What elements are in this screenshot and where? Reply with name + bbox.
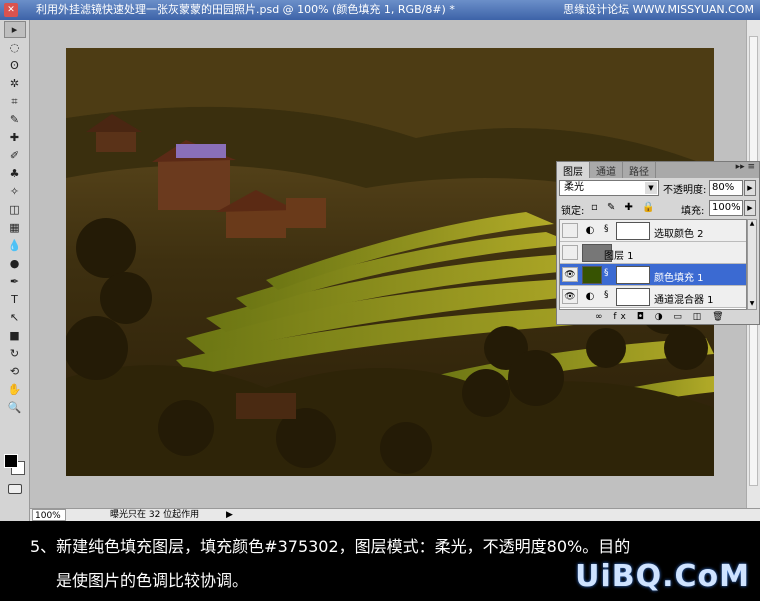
status-bar: 100% 曝光只在 32 位起作用 ▶ xyxy=(30,508,760,521)
3d-rotate-icon[interactable]: ↻ xyxy=(4,345,26,362)
layer-row-channel-mixer[interactable]: 👁 ◐ § 通道混合器 1 xyxy=(560,286,746,308)
layer-mask-thumbnail[interactable] xyxy=(616,266,650,284)
link-icon: § xyxy=(604,224,609,234)
layer-row-color-fill[interactable]: 👁 § 颜色填充 1 xyxy=(560,264,746,286)
status-info: 曝光只在 32 位起作用 xyxy=(110,510,200,520)
eye-icon[interactable]: 👁 xyxy=(562,267,578,282)
window-title-bar: ✕ 利用外挂滤镜快速处理一张灰蒙蒙的田园照片.psd @ 100% (颜色填充 … xyxy=(0,0,760,20)
link-icon: § xyxy=(604,290,609,300)
healing-brush-icon[interactable]: ✚ xyxy=(4,129,26,146)
blur-icon[interactable]: 💧 xyxy=(4,237,26,254)
opacity-label: 不透明度: xyxy=(663,185,707,196)
gradient-icon[interactable]: ▦ xyxy=(4,219,26,236)
layers-panel-footer-icons[interactable]: ∞ fx ◘ ◑ ▭ ◫ 🗑 xyxy=(559,312,757,324)
layers-panel-tabs: 图层 通道 路径 ▸▸ ≡ xyxy=(557,162,759,178)
link-icon: § xyxy=(604,268,609,278)
chevron-down-icon: ▼ xyxy=(645,182,657,194)
marquee-icon[interactable]: ◌ xyxy=(4,39,26,56)
fill-color-thumbnail[interactable] xyxy=(582,266,602,284)
layer-row-layer-1[interactable]: 图层 1 xyxy=(560,242,746,264)
layer-list: ◐ § 选取颜色 2 图层 1 👁 § 颜色填充 1 👁 ◐ § 通道混合器 1 xyxy=(559,219,747,310)
lock-icons[interactable]: ▫ ✎ ✚ 🔒 xyxy=(591,202,658,213)
caption-line-1: 5、新建纯色填充图层，填充颜色#375302，图层模式：柔光，不透明度80%。目… xyxy=(30,537,631,556)
layer-row-selective-color[interactable]: ◐ § 选取颜色 2 xyxy=(560,220,746,242)
opacity-slider-arrow-icon[interactable]: ▶ xyxy=(744,180,756,196)
3d-orbit-icon[interactable]: ⟲ xyxy=(4,363,26,380)
status-menu-arrow-icon[interactable]: ▶ xyxy=(226,509,233,521)
tab-layers[interactable]: 图层 xyxy=(557,162,590,178)
layer-mask-thumbnail[interactable] xyxy=(616,288,650,306)
fill-input[interactable]: 100% xyxy=(709,200,743,216)
site-logo: UiBQ.CoM xyxy=(575,559,750,594)
adjustment-layer-icon: ◐ xyxy=(585,225,595,236)
type-icon[interactable]: T xyxy=(4,291,26,308)
eraser-icon[interactable]: ◫ xyxy=(4,201,26,218)
eye-icon[interactable]: 👁 xyxy=(562,289,578,304)
quick-mask-icon[interactable] xyxy=(8,484,22,494)
adjustment-layer-icon: ◐ xyxy=(585,291,595,302)
tab-paths[interactable]: 路径 xyxy=(623,162,656,178)
window-title: 利用外挂滤镜快速处理一张灰蒙蒙的田园照片.psd @ 100% (颜色填充 1,… xyxy=(36,3,455,16)
layer-mask-thumbnail[interactable] xyxy=(616,222,650,240)
scroll-up-icon[interactable]: ▲ xyxy=(748,220,756,229)
magic-wand-icon[interactable]: ✲ xyxy=(4,75,26,92)
site-watermark: 思缘设计论坛 WWW.MISSYUAN.COM xyxy=(563,3,754,16)
layers-panel: 图层 通道 路径 ▸▸ ≡ 柔光 ▼ 不透明度: 80% ▶ 锁定: ▫ ✎ ✚… xyxy=(556,161,760,325)
history-brush-icon[interactable]: ✧ xyxy=(4,183,26,200)
tutorial-caption: 5、新建纯色填充图层，填充颜色#375302，图层模式：柔光，不透明度80%。目… xyxy=(0,521,760,601)
fill-slider-arrow-icon[interactable]: ▶ xyxy=(744,200,756,216)
move-icon[interactable]: ▸ xyxy=(3,21,26,38)
blend-mode-select[interactable]: 柔光 ▼ xyxy=(559,180,659,196)
pen-icon[interactable]: ✒ xyxy=(4,273,26,290)
panel-menu-icon[interactable]: ▸▸ ≡ xyxy=(732,162,759,178)
zoom-level-field[interactable]: 100% xyxy=(32,509,66,521)
lasso-icon[interactable]: ʘ xyxy=(4,57,26,74)
visibility-toggle[interactable] xyxy=(562,223,578,238)
close-icon[interactable]: ✕ xyxy=(4,3,18,17)
lock-label: 锁定: xyxy=(561,206,585,217)
hand-icon[interactable]: ✋ xyxy=(4,381,26,398)
dodge-icon[interactable]: ● xyxy=(4,255,26,272)
scroll-down-icon[interactable]: ▼ xyxy=(748,300,756,309)
eyedropper-icon[interactable]: ✎ xyxy=(4,111,26,128)
zoom-icon[interactable]: 🔍 xyxy=(4,399,26,416)
layer-name: 颜色填充 1 xyxy=(654,273,704,284)
foreground-color-swatch[interactable] xyxy=(4,454,18,468)
path-select-icon[interactable]: ↖ xyxy=(4,309,26,326)
shape-icon[interactable]: ■ xyxy=(4,327,26,344)
blend-mode-value: 柔光 xyxy=(564,182,584,193)
layer-name: 图层 1 xyxy=(604,251,634,262)
brush-icon[interactable]: ✐ xyxy=(4,147,26,164)
fill-label: 填充: xyxy=(681,206,705,217)
tab-channels[interactable]: 通道 xyxy=(590,162,623,178)
caption-line-2: 是使图片的色调比较协调。 xyxy=(56,571,249,590)
crop-icon[interactable]: ⌗ xyxy=(4,93,26,110)
visibility-toggle[interactable] xyxy=(562,245,578,260)
opacity-input[interactable]: 80% xyxy=(709,180,743,196)
layer-name: 选取颜色 2 xyxy=(654,229,704,240)
layer-name: 通道混合器 1 xyxy=(654,295,714,306)
clone-stamp-icon[interactable]: ♣ xyxy=(4,165,26,182)
tools-panel: ▸ ◌ ʘ ✲ ⌗ ✎ ✚ ✐ ♣ ✧ ◫ ▦ 💧 ● ✒ T ↖ ■ ↻ ⟲ ✋ 🔍 xyxy=(0,20,30,521)
layer-list-scrollbar[interactable]: ▲ ▼ xyxy=(747,219,757,310)
